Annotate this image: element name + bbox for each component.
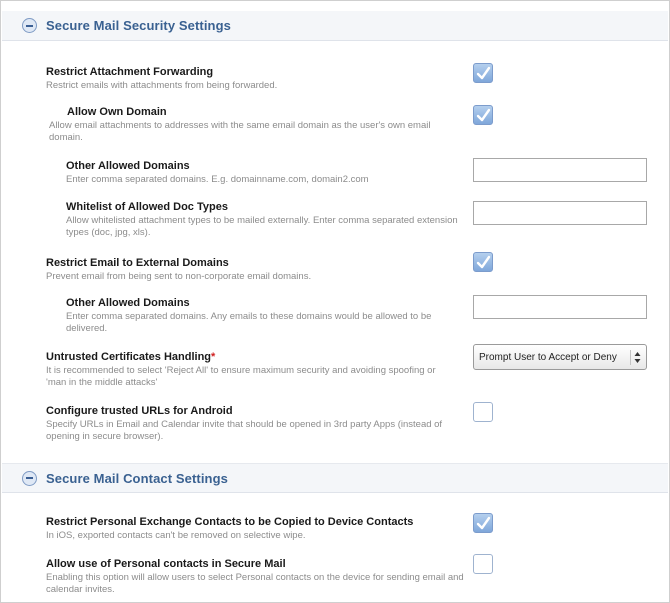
restrict-personal-contacts-checkbox[interactable]	[473, 513, 493, 533]
setting-description: Prevent email from being sent to non-cor…	[46, 271, 312, 282]
checkmark-icon	[476, 255, 491, 269]
setting-description: In iOS, exported contacts can't be remov…	[46, 530, 306, 541]
contact-section-title: Secure Mail Contact Settings	[46, 470, 228, 486]
select-value: Prompt User to Accept or Deny	[479, 351, 617, 363]
setting-trusted-urls-android: Configure trusted URLs for Android Speci…	[46, 404, 456, 443]
setting-description: Allow email attachments to addresses wit…	[49, 120, 431, 143]
setting-description: It is recommended to select 'Reject All'…	[46, 365, 436, 388]
setting-label-text: Untrusted Certificates Handling	[46, 351, 212, 363]
setting-label: Other Allowed Domains	[66, 160, 190, 172]
updown-arrows-icon	[630, 350, 642, 365]
whitelist-doc-types-input[interactable]	[473, 201, 647, 225]
setting-description: Restrict emails with attachments from be…	[46, 80, 278, 91]
setting-untrusted-certificates: Untrusted Certificates Handling* It is r…	[46, 350, 451, 389]
setting-restrict-email-external-domains: Restrict Email to External Domains Preve…	[46, 256, 456, 283]
restrict-attachment-forwarding-checkbox[interactable]	[473, 63, 493, 83]
trusted-urls-android-checkbox[interactable]	[473, 402, 493, 422]
setting-label: Allow Own Domain	[67, 106, 167, 118]
setting-description: Specify URLs in Email and Calendar invit…	[46, 419, 443, 442]
setting-description: Enter comma separated domains. Any email…	[66, 311, 432, 334]
setting-allow-personal-contacts: Allow use of Personal contacts in Secure…	[46, 557, 466, 596]
setting-label: Restrict Attachment Forwarding	[46, 66, 214, 78]
contact-section-header[interactable]: Secure Mail Contact Settings	[2, 463, 668, 493]
required-mark: *	[211, 351, 216, 363]
setting-label: Untrusted Certificates Handling*	[46, 350, 451, 364]
setting-description: Enabling this option will allow users to…	[46, 572, 464, 595]
external-other-allowed-domains-input[interactable]	[473, 295, 647, 319]
security-section-header[interactable]: Secure Mail Security Settings	[2, 11, 668, 41]
setting-label: Whitelist of Allowed Doc Types	[66, 201, 228, 213]
restrict-email-external-domains-checkbox[interactable]	[473, 252, 493, 272]
checkmark-icon	[476, 108, 491, 122]
security-section-title: Secure Mail Security Settings	[46, 18, 231, 33]
setting-restrict-personal-contacts: Restrict Personal Exchange Contacts to b…	[46, 515, 466, 542]
setting-whitelist-doc-types: Whitelist of Allowed Doc Types Allow whi…	[66, 200, 461, 239]
setting-label: Restrict Personal Exchange Contacts to b…	[46, 516, 414, 528]
setting-allow-own-domain: Allow Own Domain Allow email attachments…	[49, 105, 464, 144]
collapse-contact-section-icon[interactable]	[22, 470, 37, 486]
other-allowed-domains-input[interactable]	[473, 158, 647, 182]
checkmark-icon	[476, 66, 491, 80]
setting-external-other-allowed-domains: Other Allowed Domains Enter comma separa…	[66, 296, 461, 335]
setting-description: Enter comma separated domains. E.g. doma…	[66, 174, 369, 185]
untrusted-certificates-select[interactable]: Prompt User to Accept or Deny	[473, 344, 647, 370]
settings-panel: Secure Mail Security Settings Restrict A…	[0, 0, 670, 603]
setting-restrict-attachment-forwarding: Restrict Attachment Forwarding Restrict …	[46, 65, 456, 92]
allow-own-domain-checkbox[interactable]	[473, 105, 493, 125]
setting-label: Other Allowed Domains	[66, 297, 190, 309]
setting-description: Allow whitelisted attachment types to be…	[66, 215, 458, 238]
setting-label: Restrict Email to External Domains	[46, 257, 229, 269]
setting-label: Configure trusted URLs for Android	[46, 405, 233, 417]
collapse-security-section-icon[interactable]	[22, 18, 37, 33]
setting-other-allowed-domains: Other Allowed Domains Enter comma separa…	[66, 159, 461, 186]
checkmark-icon	[476, 516, 491, 530]
allow-personal-contacts-checkbox[interactable]	[473, 554, 493, 574]
setting-label: Allow use of Personal contacts in Secure…	[46, 558, 286, 570]
